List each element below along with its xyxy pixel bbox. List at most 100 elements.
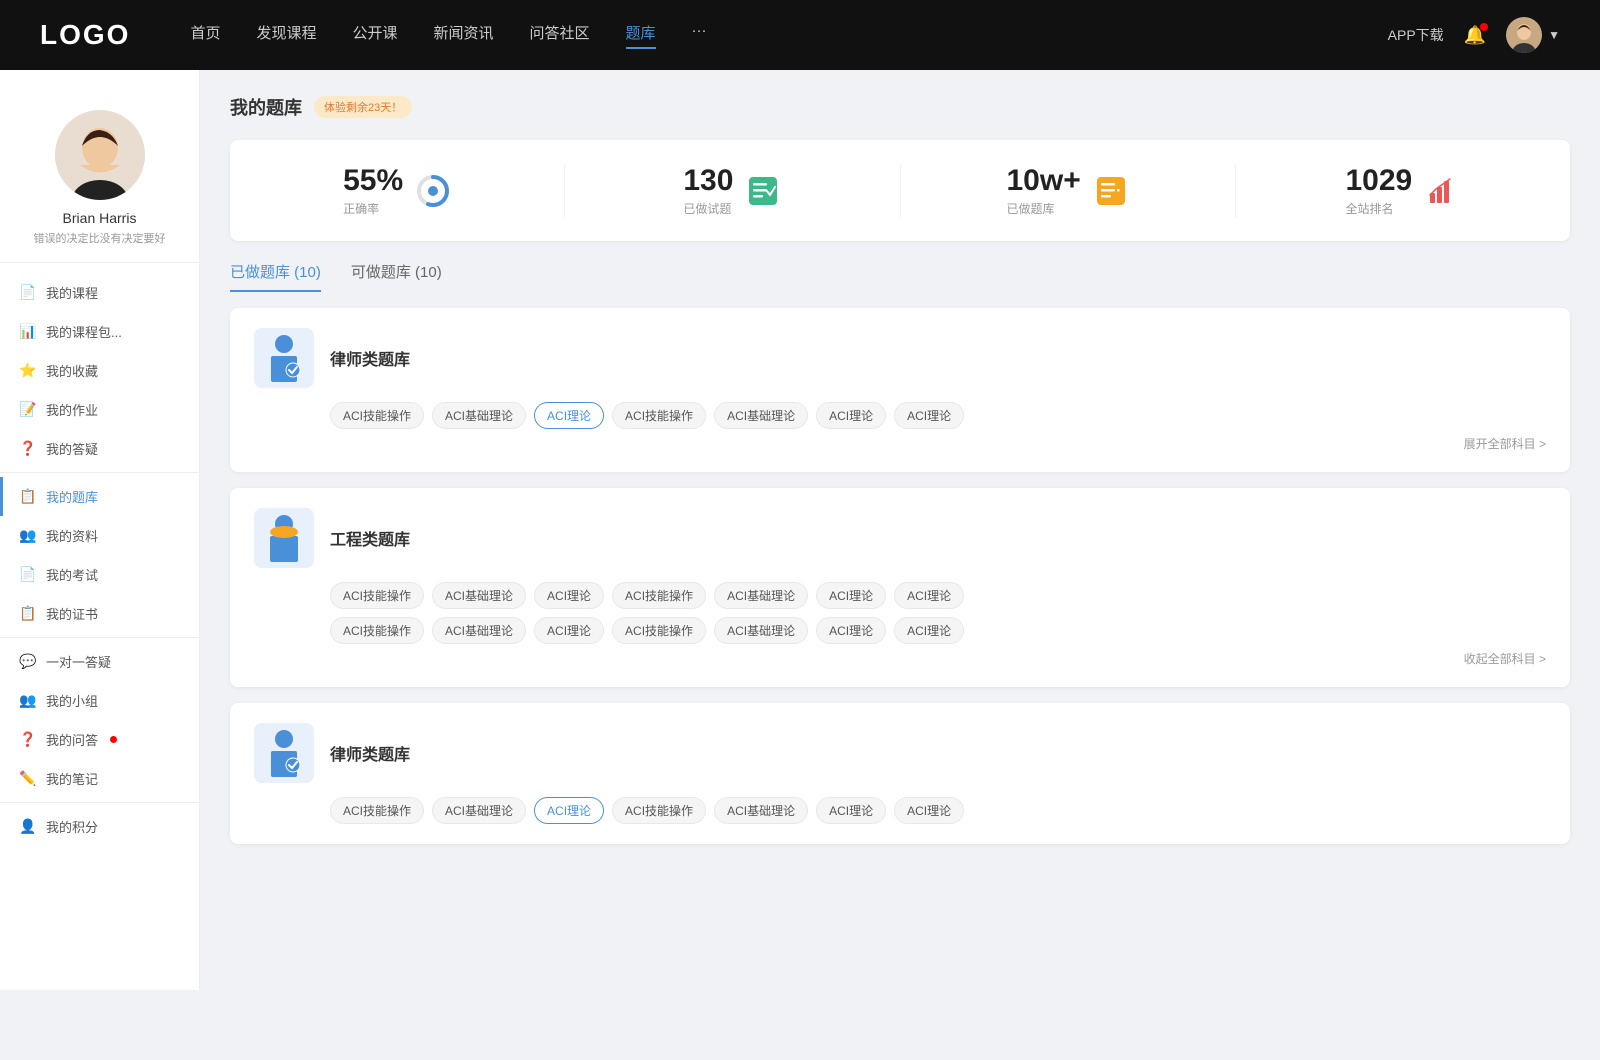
page-title: 我的题库 xyxy=(230,94,302,120)
logo[interactable]: LOGO xyxy=(40,19,130,51)
sidebar-item-label: 我的积分 xyxy=(46,817,98,836)
divider3 xyxy=(0,802,199,803)
tag[interactable]: ACI理论 xyxy=(534,617,604,644)
sidebar-item-label: 我的收藏 xyxy=(46,361,98,380)
sidebar-item-notes[interactable]: ✏️ 我的笔记 xyxy=(0,759,199,798)
lawyer-icon-2 xyxy=(254,723,314,783)
sidebar-item-homework[interactable]: 📝 我的作业 xyxy=(0,390,199,429)
done-questions-value: 130 xyxy=(683,164,733,198)
sidebar-item-points[interactable]: 👤 我的积分 xyxy=(0,807,199,846)
tag[interactable]: ACI基础理论 xyxy=(432,617,526,644)
tag[interactable]: ACI理论 xyxy=(894,402,964,429)
tag[interactable]: ACI理论 xyxy=(816,617,886,644)
expand-link-1[interactable]: 展开全部科目 > xyxy=(254,435,1546,452)
user-avatar-dropdown[interactable]: ▼ xyxy=(1506,17,1560,53)
navbar-right: APP下载 🔔 ▼ xyxy=(1388,17,1560,53)
sidebar-item-label: 一对一答疑 xyxy=(46,652,111,671)
sidebar-item-label: 我的课程包... xyxy=(46,322,122,341)
main-content: 我的题库 体验剩余23天！ 55% 正确率 xyxy=(200,70,1600,990)
tag[interactable]: ACI技能操作 xyxy=(330,582,424,609)
tag[interactable]: ACI技能操作 xyxy=(330,797,424,824)
sidebar-item-label: 我的问答 xyxy=(46,730,98,749)
sidebar-item-cert[interactable]: 📋 我的证书 xyxy=(0,594,199,633)
accuracy-icon xyxy=(415,173,451,209)
tag[interactable]: ACI技能操作 xyxy=(612,617,706,644)
sidebar-item-label: 我的答疑 xyxy=(46,439,98,458)
sidebar-item-label: 我的证书 xyxy=(46,604,98,623)
tag[interactable]: ACI理论 xyxy=(894,617,964,644)
sidebar-menu: 📄 我的课程 📊 我的课程包... ⭐ 我的收藏 📝 我的作业 ❓ 我的答疑 � xyxy=(0,263,199,856)
sidebar-item-exam[interactable]: 📄 我的考试 xyxy=(0,555,199,594)
sidebar-item-course-package[interactable]: 📊 我的课程包... xyxy=(0,312,199,351)
nav-menu: 首页 发现课程 公开课 新闻资讯 问答社区 题库 ··· xyxy=(190,22,1387,49)
sidebar-item-group[interactable]: 👥 我的小组 xyxy=(0,681,199,720)
sidebar-item-favorites[interactable]: ⭐ 我的收藏 xyxy=(0,351,199,390)
qbank-card-lawyer-2: 律师类题库 ACI技能操作 ACI基础理论 ACI理论 ACI技能操作 ACI基… xyxy=(230,703,1570,844)
tag[interactable]: ACI基础理论 xyxy=(432,797,526,824)
sidebar-item-label: 我的小组 xyxy=(46,691,98,710)
tag[interactable]: ACI理论 xyxy=(534,582,604,609)
nav-qbank[interactable]: 题库 xyxy=(626,22,656,49)
tag[interactable]: ACI理论 xyxy=(894,582,964,609)
notification-bell[interactable]: 🔔 xyxy=(1464,25,1486,46)
collapse-link[interactable]: 收起全部科目 > xyxy=(254,650,1546,667)
trial-badge: 体验剩余23天！ xyxy=(314,96,412,118)
tag[interactable]: ACI技能操作 xyxy=(612,797,706,824)
qa-notification-dot xyxy=(110,736,117,743)
tag[interactable]: ACI技能操作 xyxy=(330,402,424,429)
tag[interactable]: ACI理论 xyxy=(816,402,886,429)
engineer-tags-row2: ACI技能操作 ACI基础理论 ACI理论 ACI技能操作 ACI基础理论 AC… xyxy=(330,617,1546,644)
exam-icon: 📄 xyxy=(20,567,36,583)
page-layout: Brian Harris 错误的决定比没有决定要好 📄 我的课程 📊 我的课程包… xyxy=(0,70,1600,990)
sidebar-item-profile[interactable]: 👥 我的资料 xyxy=(0,516,199,555)
ranking-value: 1029 xyxy=(1346,164,1413,198)
divider2 xyxy=(0,637,199,638)
tag[interactable]: ACI基础理论 xyxy=(714,402,808,429)
nav-more[interactable]: ··· xyxy=(692,22,707,49)
course-pkg-icon: 📊 xyxy=(20,324,36,340)
divider xyxy=(0,472,199,473)
tag[interactable]: ACI理论 xyxy=(816,797,886,824)
ranking-icon xyxy=(1424,173,1460,209)
tag-active[interactable]: ACI理论 xyxy=(534,797,604,824)
tag[interactable]: ACI基础理论 xyxy=(714,797,808,824)
ranking-label: 全站排名 xyxy=(1346,200,1413,217)
accuracy-value: 55% xyxy=(343,164,403,198)
navbar: LOGO 首页 发现课程 公开课 新闻资讯 问答社区 题库 ··· APP下载 … xyxy=(0,0,1600,70)
tag[interactable]: ACI基础理论 xyxy=(714,617,808,644)
stats-bar: 55% 正确率 130 已做试题 xyxy=(230,140,1570,241)
tag[interactable]: ACI理论 xyxy=(894,797,964,824)
nav-openclass[interactable]: 公开课 xyxy=(352,22,397,49)
avatar xyxy=(1506,17,1542,53)
tag[interactable]: ACI基础理论 xyxy=(432,582,526,609)
nav-news[interactable]: 新闻资讯 xyxy=(434,22,494,49)
lawyer-title-2: 律师类题库 xyxy=(330,741,410,765)
nav-home[interactable]: 首页 xyxy=(190,22,220,49)
app-download-button[interactable]: APP下载 xyxy=(1388,25,1444,45)
cert-icon: 📋 xyxy=(20,606,36,622)
tab-available-banks[interactable]: 可做题库 (10) xyxy=(351,261,442,292)
group-icon: 👥 xyxy=(20,693,36,709)
profile-name: Brian Harris xyxy=(63,210,137,226)
stat-accuracy: 55% 正确率 xyxy=(230,164,565,217)
tag[interactable]: ACI基础理论 xyxy=(432,402,526,429)
tag[interactable]: ACI技能操作 xyxy=(330,617,424,644)
dropdown-arrow: ▼ xyxy=(1548,28,1560,42)
sidebar-item-qa[interactable]: ❓ 我的答疑 xyxy=(0,429,199,468)
tag-active[interactable]: ACI理论 xyxy=(534,402,604,429)
sidebar-item-1on1[interactable]: 💬 一对一答疑 xyxy=(0,642,199,681)
nav-discover[interactable]: 发现课程 xyxy=(256,22,316,49)
nav-qa[interactable]: 问答社区 xyxy=(530,22,590,49)
sidebar-item-my-qa[interactable]: ❓ 我的问答 xyxy=(0,720,199,759)
tag[interactable]: ACI基础理论 xyxy=(714,582,808,609)
tag[interactable]: ACI理论 xyxy=(816,582,886,609)
tag[interactable]: ACI技能操作 xyxy=(612,582,706,609)
sidebar-item-my-courses[interactable]: 📄 我的课程 xyxy=(0,273,199,312)
tag[interactable]: ACI技能操作 xyxy=(612,402,706,429)
tab-done-banks[interactable]: 已做题库 (10) xyxy=(230,261,321,292)
sidebar-item-label: 我的作业 xyxy=(46,400,98,419)
profile-avatar xyxy=(55,110,145,200)
engineer-title: 工程类题库 xyxy=(330,526,410,550)
sidebar-item-qbank[interactable]: 📋 我的题库 xyxy=(0,477,199,516)
profile-section: Brian Harris 错误的决定比没有决定要好 xyxy=(0,90,199,263)
